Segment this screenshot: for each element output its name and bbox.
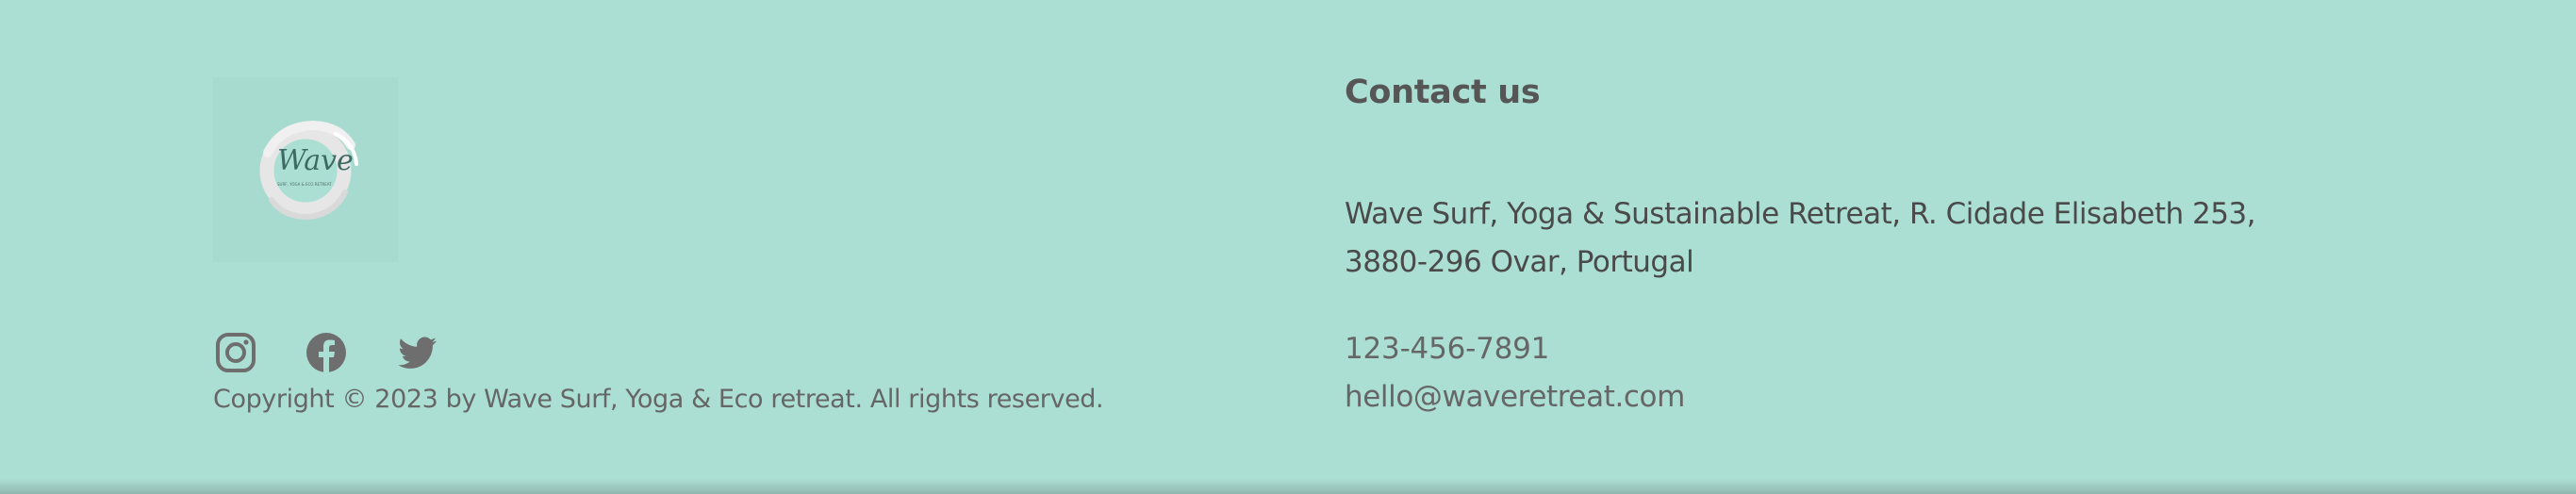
contact-address: Wave Surf, Yoga & Sustainable Retreat, R… [1345, 197, 2256, 279]
footer-bottom-shadow [0, 479, 2576, 494]
instagram-icon [216, 333, 256, 372]
footer-logo-link[interactable]: Wave SURF, YOGA & ECO RETREAT [213, 77, 398, 262]
contact-heading: Contact us [1345, 74, 1541, 111]
logo-tagline: SURF, YOGA & ECO RETREAT [277, 182, 332, 187]
facebook-link[interactable] [304, 330, 349, 375]
copyright-text: Copyright © 2023 by Wave Surf, Yoga & Ec… [213, 385, 1104, 414]
facebook-icon [306, 333, 346, 372]
logo-wordmark: Wave [277, 144, 354, 177]
twitter-icon [398, 337, 437, 369]
site-footer: Wave SURF, YOGA & ECO RETREAT Copyright … [0, 0, 2576, 494]
contact-email-link[interactable]: hello@waveretreat.com [1345, 380, 1685, 414]
twitter-link[interactable] [394, 330, 439, 375]
social-links [213, 330, 485, 375]
contact-phone-link[interactable]: 123-456-7891 [1345, 332, 1549, 366]
instagram-link[interactable] [213, 330, 258, 375]
